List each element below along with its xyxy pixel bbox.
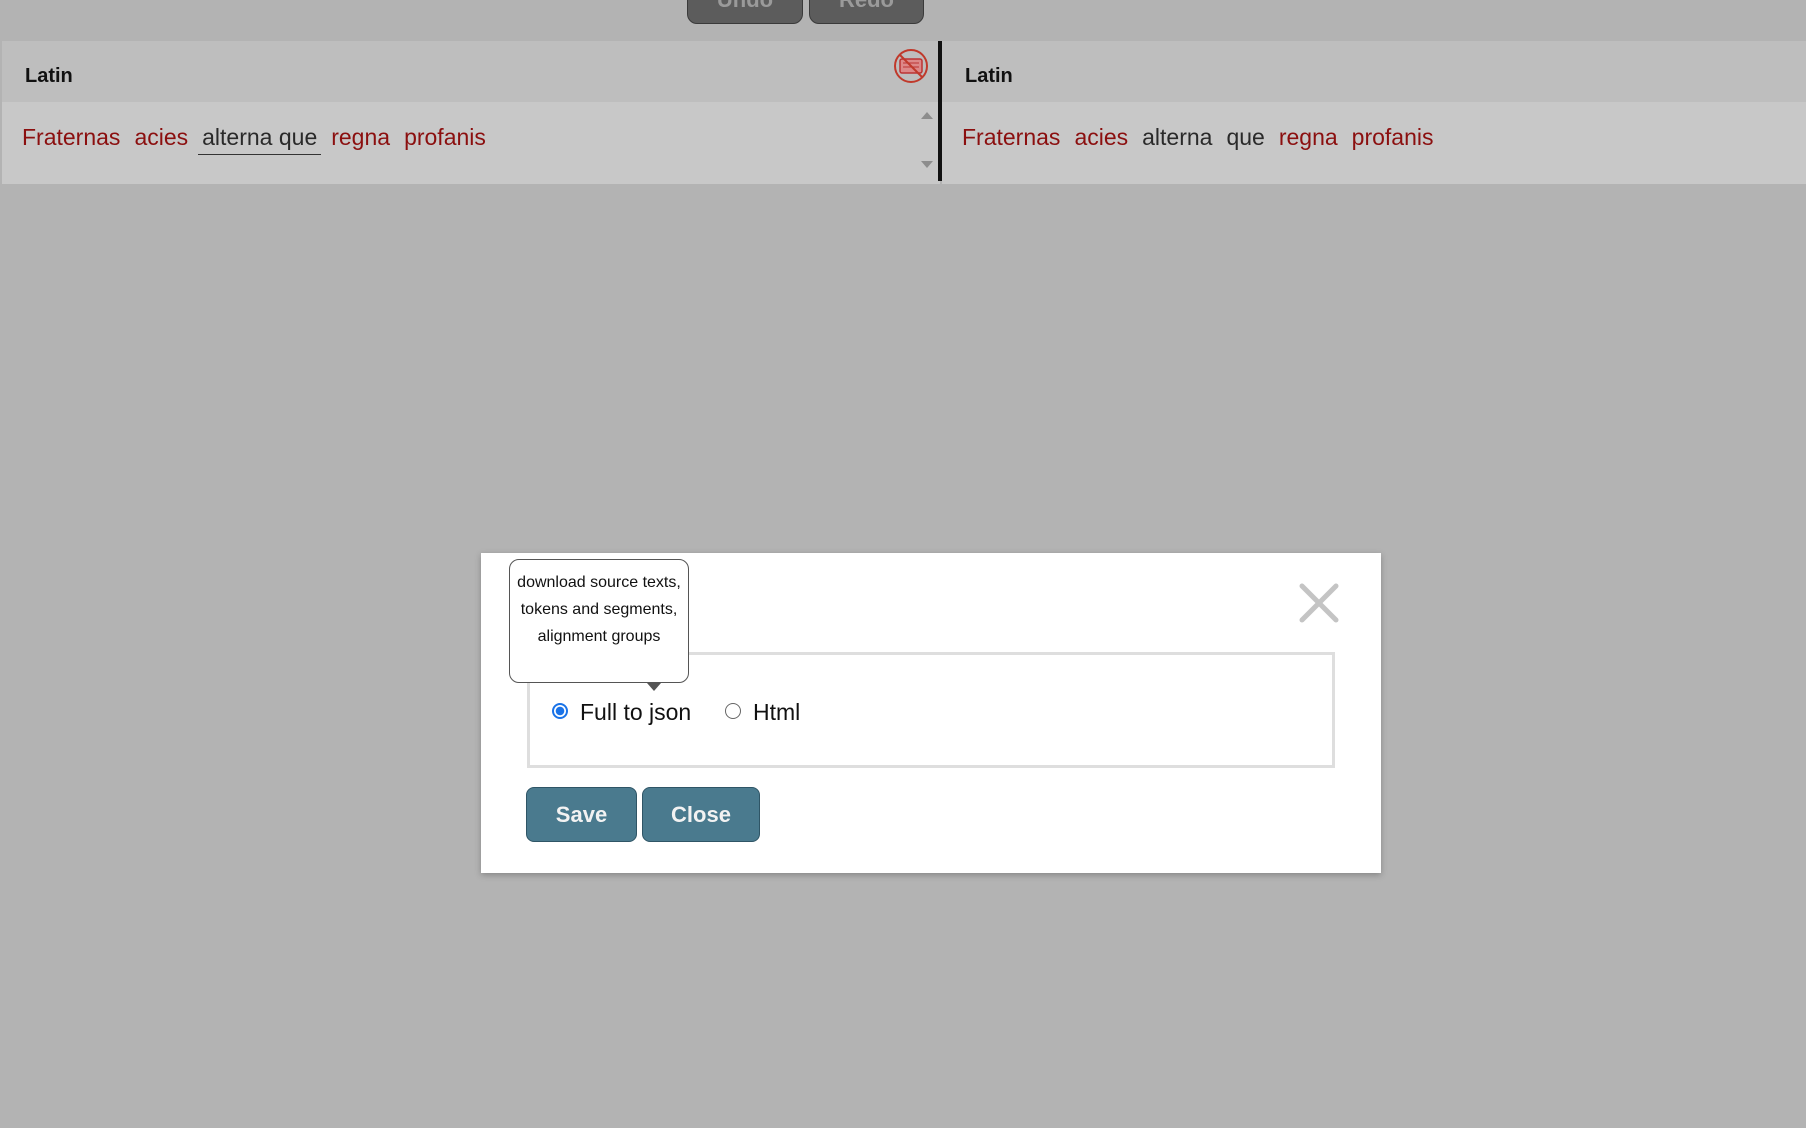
token[interactable]: profanis <box>404 124 486 155</box>
panel-scrollbar[interactable] <box>914 104 938 182</box>
redo-button[interactable]: Redo <box>809 0 924 24</box>
scroll-down-arrow-icon[interactable] <box>921 161 933 168</box>
token[interactable]: que <box>1226 124 1264 151</box>
option-html[interactable]: Html <box>725 699 800 726</box>
close-icon[interactable] <box>1297 581 1341 625</box>
token[interactable]: acies <box>134 124 188 155</box>
panel-title: Latin <box>965 65 1013 87</box>
close-button[interactable]: Close <box>642 787 760 842</box>
no-keyboard-icon[interactable] <box>893 48 929 84</box>
tooltip-arrow <box>647 683 661 691</box>
token[interactable]: acies <box>1074 124 1128 151</box>
panel-title: Latin <box>25 65 73 87</box>
radio-full-to-json[interactable] <box>552 702 568 719</box>
token[interactable]: Fraternas <box>962 124 1060 151</box>
undo-button[interactable]: Undo <box>687 0 803 24</box>
option-label: Full to json <box>580 699 692 725</box>
save-button[interactable]: Save <box>526 787 637 842</box>
token[interactable]: regna <box>1279 124 1338 151</box>
option-label: Html <box>753 699 801 725</box>
source-panel-right: Latin Fraternas acies alterna que regna … <box>942 41 1806 184</box>
token-list: Fraternas acies alterna que regna profan… <box>962 124 1448 151</box>
radio-html[interactable] <box>725 702 741 719</box>
option-full-to-json[interactable]: Full to json <box>552 699 691 726</box>
token[interactable]: alterna <box>1142 124 1212 151</box>
token[interactable]: profanis <box>1352 124 1434 151</box>
tooltip: download source texts, tokens and segmen… <box>509 559 689 683</box>
scroll-up-arrow-icon[interactable] <box>921 112 933 119</box>
token-segment-group[interactable]: alterna que <box>198 124 322 155</box>
token[interactable]: regna <box>331 124 390 155</box>
source-panel-left: Latin Fraternas acies alterna que regna … <box>2 41 940 184</box>
token[interactable]: Fraternas <box>22 124 120 155</box>
panel-header: Latin <box>2 41 940 102</box>
panel-header: Latin <box>942 41 1806 102</box>
token-list: Fraternas acies alterna que regna profan… <box>22 124 500 155</box>
